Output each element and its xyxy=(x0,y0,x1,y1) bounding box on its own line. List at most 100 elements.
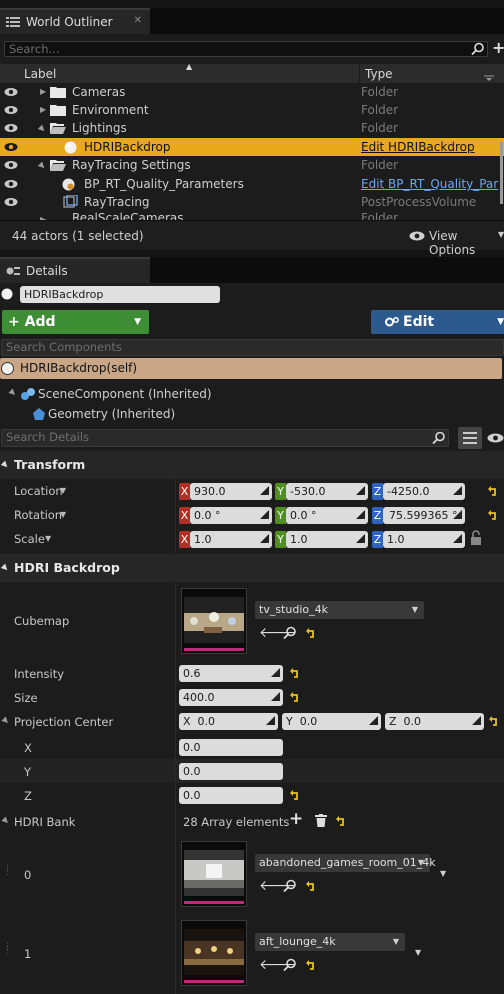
reset-to-default-icon[interactable] xyxy=(306,628,316,638)
component-row-scene[interactable]: ▶ SceneComponent (Inherited) xyxy=(0,385,504,403)
projection-z-value-field[interactable]: 0.0 xyxy=(179,787,283,804)
visibility-eye-icon[interactable] xyxy=(4,123,18,133)
visibility-eye-icon[interactable] xyxy=(4,87,18,97)
row-type: Folder xyxy=(361,211,399,220)
outliner-row-environment[interactable]: ▶ Environment Folder xyxy=(0,101,504,119)
reset-to-default-icon[interactable] xyxy=(306,960,316,970)
lock-icon[interactable] xyxy=(470,530,484,546)
edit-bp-link[interactable]: Edit BP_RT_Quality_Par xyxy=(361,175,498,193)
tab-world-outliner[interactable]: World Outliner ✕ xyxy=(0,8,150,34)
reset-to-default-icon[interactable] xyxy=(306,881,316,891)
bank-0-thumbnail[interactable] xyxy=(181,841,247,907)
column-label[interactable]: Label xyxy=(24,67,56,81)
rotation-y-field[interactable]: 0.0 ° xyxy=(286,507,368,524)
cubemap-thumbnail[interactable] xyxy=(181,588,247,654)
visibility-eye-icon[interactable] xyxy=(4,160,18,170)
component-row-self-selected[interactable]: HDRIBackdrop(self) xyxy=(0,358,502,379)
scale-y-field[interactable]: 1.0 xyxy=(286,531,368,548)
intensity-field[interactable]: 0.6 xyxy=(179,665,283,682)
collapse-arrow-icon[interactable]: ▶ xyxy=(34,157,51,174)
bank-1-thumbnail[interactable] xyxy=(181,920,247,986)
reset-to-default-icon[interactable] xyxy=(336,816,346,826)
browse-search-icon[interactable] xyxy=(283,626,297,640)
view-options-eye-icon xyxy=(409,231,425,241)
projection-z-field[interactable]: Z 0.0 xyxy=(385,713,484,730)
chevron-down-icon[interactable]: ▼ xyxy=(45,534,51,543)
location-x-field[interactable]: 930.0 xyxy=(190,483,272,500)
close-icon[interactable]: ✕ xyxy=(134,15,142,26)
size-field[interactable]: 400.0 xyxy=(179,689,283,706)
rotation-z-field[interactable]: 75.599365 ° xyxy=(383,507,465,524)
asset-type-bar xyxy=(184,901,244,904)
outliner-row-bp-rt-quality[interactable]: BP_RT_Quality_Parameters Edit BP_RT_Qual… xyxy=(0,175,504,193)
projection-x-field[interactable]: X 0.0 xyxy=(179,713,278,730)
location-y-field[interactable]: -530.0 xyxy=(286,483,368,500)
element-options-chevron-icon[interactable]: ▼ xyxy=(415,948,421,957)
view-options-button[interactable]: View Options xyxy=(429,229,504,257)
add-filter-icon[interactable]: + xyxy=(492,38,504,57)
outliner-row-hdribackdrop-selected[interactable]: HDRIBackdrop Edit HDRIBackdrop xyxy=(0,138,504,156)
component-row-geometry[interactable]: Geometry (Inherited) xyxy=(0,405,504,423)
edit-hdribackdrop-link[interactable]: Edit HDRIBackdrop xyxy=(361,138,475,156)
edit-blueprint-button[interactable]: Edit Blueprint ▼ xyxy=(371,310,504,354)
reset-to-default-icon[interactable] xyxy=(290,668,300,678)
reset-to-default-icon[interactable] xyxy=(290,790,300,800)
chevron-down-icon[interactable]: ▼ xyxy=(498,230,504,239)
search-icon[interactable] xyxy=(471,42,485,56)
drag-grip-icon[interactable]: ⋮ ⋮ xyxy=(3,943,12,956)
add-element-icon[interactable]: + xyxy=(289,809,303,829)
rotation-label[interactable]: Rotation xyxy=(14,508,62,522)
bank-1-asset-dropdown[interactable]: aft_lounge_4k ▼ xyxy=(255,933,405,951)
projection-y-field[interactable]: Y 0.0 xyxy=(282,713,381,730)
property-matrix-button[interactable] xyxy=(458,427,482,449)
cubemap-asset-dropdown[interactable]: tv_studio_4k ▼ xyxy=(255,601,424,619)
reset-to-default-icon[interactable] xyxy=(488,486,498,496)
visibility-filter-eye-icon[interactable] xyxy=(487,433,504,443)
rotation-x-field[interactable]: 0.0 ° xyxy=(190,507,272,524)
expand-arrow-icon[interactable]: ▶ xyxy=(40,101,46,119)
outliner-scrollbar[interactable] xyxy=(500,142,503,204)
actor-name-field[interactable]: HDRIBackdrop xyxy=(20,286,220,303)
search-icon[interactable] xyxy=(432,431,446,445)
scale-z-field[interactable]: 1.0 xyxy=(383,531,465,548)
visibility-eye-icon[interactable] xyxy=(4,197,18,207)
search-components-input[interactable]: Search Components xyxy=(1,339,504,356)
reset-to-default-icon[interactable] xyxy=(488,510,498,520)
drag-grip-icon[interactable]: ⋮ ⋮ xyxy=(3,864,12,877)
column-type[interactable]: Type xyxy=(365,67,393,81)
bank-0-asset-dropdown[interactable]: abandoned_games_room_01_4k ▼ xyxy=(255,854,436,872)
scale-x-field[interactable]: 1.0 xyxy=(190,531,272,548)
trash-icon[interactable] xyxy=(315,814,327,827)
browse-search-icon[interactable] xyxy=(283,879,297,893)
scale-label[interactable]: Scale xyxy=(14,532,45,546)
outliner-row-cameras[interactable]: ▶ Cameras Folder xyxy=(0,83,504,101)
chevron-down-icon[interactable]: ▼ xyxy=(60,486,66,495)
hdri-backdrop-section-header[interactable]: ▶ HDRI Backdrop xyxy=(0,554,504,582)
reset-to-default-icon[interactable] xyxy=(489,716,499,726)
visibility-eye-icon[interactable] xyxy=(4,105,18,115)
outliner-row-raytracing-settings[interactable]: ▶ RayTracing Settings Folder xyxy=(0,156,504,174)
location-label[interactable]: Location xyxy=(14,484,63,498)
outliner-row-realscalecameras[interactable]: ▶ RealScaleCameras Folder xyxy=(0,211,504,220)
add-component-button[interactable]: + Add Component ▼ xyxy=(2,310,149,354)
column-options-icon[interactable] xyxy=(484,75,494,82)
expand-arrow-icon[interactable]: ▶ xyxy=(40,211,46,220)
chevron-down-icon[interactable]: ▼ xyxy=(60,510,66,519)
tab-details[interactable]: Details xyxy=(0,257,150,283)
outliner-row-lightings[interactable]: ▶ Lightings Folder xyxy=(0,119,504,137)
projection-y-value-field[interactable]: 0.0 xyxy=(179,763,283,780)
browse-search-icon[interactable] xyxy=(283,958,297,972)
projection-x-value-field[interactable]: 0.0 xyxy=(179,739,283,756)
visibility-eye-icon[interactable] xyxy=(4,179,18,189)
location-z-field[interactable]: -4250.0 xyxy=(383,483,465,500)
expand-arrow-icon[interactable]: ▶ xyxy=(40,83,46,101)
collapse-arrow-icon[interactable]: ▶ xyxy=(34,120,51,137)
outliner-row-raytracing[interactable]: RayTracing PostProcessVolume xyxy=(0,193,504,211)
collapse-arrow-icon[interactable]: ▶ xyxy=(8,387,19,398)
element-options-chevron-icon[interactable]: ▼ xyxy=(440,869,446,878)
reset-to-default-icon[interactable] xyxy=(290,692,300,702)
visibility-eye-icon[interactable] xyxy=(4,142,18,152)
outliner-search-input[interactable]: Search... xyxy=(4,41,488,57)
transform-section-header[interactable]: ▶ Transform xyxy=(0,451,504,479)
search-details-input[interactable]: Search Details xyxy=(1,429,449,447)
